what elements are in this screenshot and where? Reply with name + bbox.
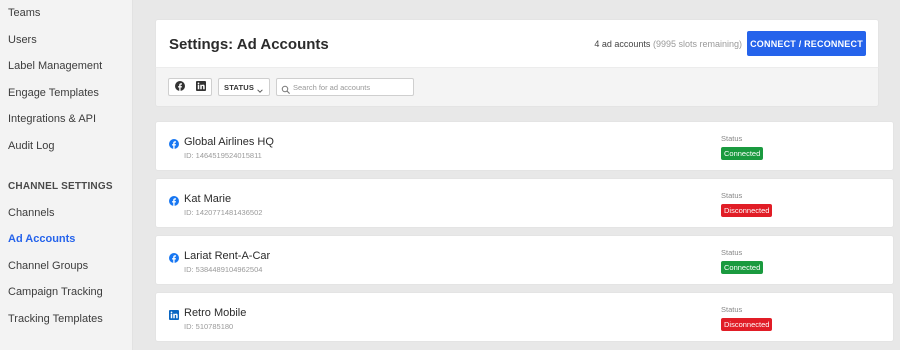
- ad-account-card[interactable]: Retro Mobile ID: 510785180 Status Discon…: [155, 292, 894, 342]
- facebook-icon: [169, 193, 179, 211]
- search-icon: [281, 82, 291, 100]
- status-dropdown[interactable]: STATUS: [218, 78, 270, 96]
- status-dropdown-label: STATUS: [224, 82, 255, 92]
- sidebar-item-users[interactable]: Users: [8, 34, 37, 46]
- sidebar-section-heading: CHANNEL SETTINGS: [8, 181, 113, 192]
- account-name: Global Airlines HQ: [184, 136, 274, 148]
- chevron-down-icon: [256, 82, 264, 100]
- status-label: Status: [721, 134, 743, 143]
- linkedin-icon: [169, 307, 179, 325]
- sidebar-item-audit-log[interactable]: Audit Log: [8, 140, 54, 152]
- account-name: Retro Mobile: [184, 307, 247, 319]
- ad-account-card[interactable]: Kat Marie ID: 1420771481436502 Status Di…: [155, 178, 894, 228]
- account-count: 4 ad accounts (9995 slots remaining): [594, 39, 742, 49]
- account-name: Lariat Rent-A-Car: [184, 250, 271, 262]
- linkedin-icon[interactable]: [195, 78, 206, 96]
- status-badge: Disconnected: [721, 204, 773, 217]
- facebook-icon: [169, 136, 179, 154]
- search-input[interactable]: [293, 81, 411, 94]
- page-title: Settings: Ad Accounts: [169, 36, 329, 53]
- facebook-icon: [169, 250, 179, 268]
- page-header: Settings: Ad Accounts 4 ad accounts (999…: [155, 19, 879, 67]
- sidebar-item-channel-groups[interactable]: Channel Groups: [8, 260, 88, 272]
- account-id: ID: 1420771481436502: [184, 208, 263, 217]
- ad-account-card[interactable]: Lariat Rent-A-Car ID: 5384489104962504 S…: [155, 235, 894, 285]
- search-box: [276, 78, 414, 96]
- filter-bar: STATUS: [155, 67, 879, 107]
- status-label: Status: [721, 248, 743, 257]
- sidebar-item-label-management[interactable]: Label Management: [8, 60, 102, 72]
- status-label: Status: [721, 305, 743, 314]
- account-count-text: 4 ad accounts: [594, 39, 651, 49]
- ad-account-card[interactable]: Global Airlines HQ ID: 1464519524015811 …: [155, 121, 894, 171]
- sidebar-item-tracking-templates[interactable]: Tracking Templates: [8, 313, 103, 325]
- sidebar-item-teams[interactable]: Teams: [8, 7, 40, 19]
- network-filter: [168, 78, 212, 96]
- status-badge: Connected: [721, 147, 764, 160]
- sidebar-item-ad-accounts[interactable]: Ad Accounts: [8, 233, 75, 245]
- sidebar-item-campaign-tracking[interactable]: Campaign Tracking: [8, 286, 103, 298]
- account-id: ID: 1464519524015811: [184, 151, 262, 160]
- sidebar-item-integrations-api[interactable]: Integrations & API: [8, 113, 96, 125]
- account-id: ID: 510785180: [184, 322, 234, 331]
- status-badge: Disconnected: [721, 318, 773, 331]
- sidebar-item-channels[interactable]: Channels: [8, 207, 54, 219]
- status-label: Status: [721, 191, 743, 200]
- account-id: ID: 5384489104962504: [184, 265, 263, 274]
- account-name: Kat Marie: [184, 193, 232, 205]
- sidebar-item-engage-templates[interactable]: Engage Templates: [8, 87, 99, 99]
- facebook-icon[interactable]: [174, 78, 185, 96]
- status-badge: Connected: [721, 261, 764, 274]
- sidebar: Teams Users Label Management Engage Temp…: [0, 0, 133, 350]
- slots-remaining-text: (9995 slots remaining): [652, 39, 742, 49]
- connect-reconnect-button[interactable]: CONNECT / RECONNECT: [747, 31, 866, 56]
- main-content: Settings: Ad Accounts 4 ad accounts (999…: [133, 0, 900, 350]
